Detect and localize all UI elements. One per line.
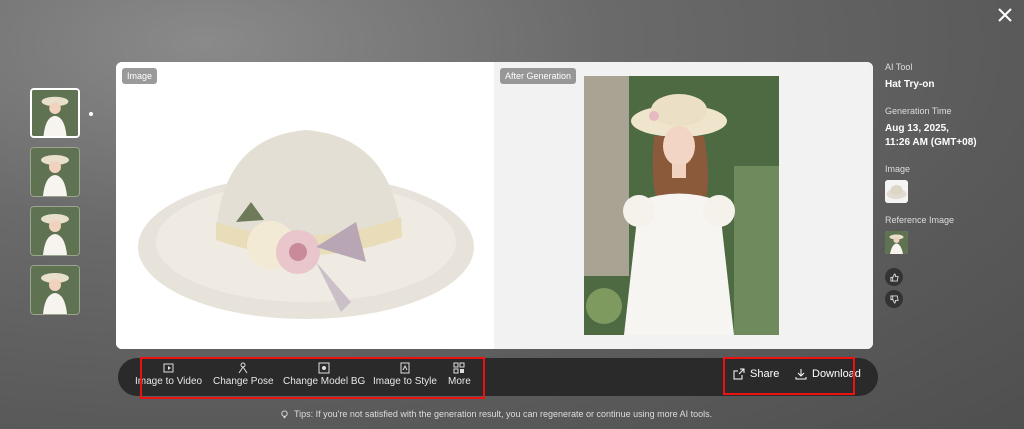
highlight-box-tools [140, 357, 485, 399]
comparison-card: Image After Generation [116, 62, 873, 349]
generation-time-value: Aug 13, 2025, 11:26 AM (GMT+08) [885, 122, 1015, 150]
history-thumbnail[interactable] [30, 88, 80, 138]
after-generation-tag: After Generation [500, 68, 577, 84]
reference-image-label: Reference Image [885, 215, 955, 225]
reference-image-thumbnail[interactable] [885, 231, 908, 254]
history-thumbnail[interactable] [30, 147, 80, 197]
generation-date: Aug 13, 2025, [885, 123, 949, 134]
thumbs-down-button[interactable] [885, 290, 903, 308]
lightbulb-icon [281, 409, 288, 418]
generated-image-pane: After Generation [494, 62, 873, 349]
image-label: Image [885, 164, 911, 174]
thumbs-up-icon [889, 272, 899, 282]
feedback-buttons [885, 268, 1015, 308]
close-icon[interactable] [996, 6, 1014, 24]
input-image-thumbnail[interactable] [885, 180, 908, 203]
thumbs-down-icon [889, 294, 899, 304]
info-panel: AI Tool Hat Try-on Generation Time Aug 1… [885, 62, 1015, 308]
history-thumbnail[interactable] [30, 206, 80, 256]
hat-image [138, 130, 474, 319]
history-thumbnail[interactable] [30, 265, 80, 315]
tips-label: Tips: If you're not satisfied with the g… [294, 409, 713, 419]
tips-text: Tips: If you're not satisfied with the g… [280, 409, 712, 419]
thumbs-up-button[interactable] [885, 268, 903, 286]
active-indicator [89, 112, 93, 116]
generation-time-label: Generation Time [885, 106, 952, 116]
history-thumbnails [30, 88, 80, 315]
generation-time: 11:26 AM (GMT+08) [885, 137, 977, 148]
ai-tool-label: AI Tool [885, 62, 913, 72]
highlight-box-actions [723, 357, 855, 395]
ai-tool-value: Hat Try-on [885, 79, 935, 90]
original-image-pane: Image [116, 62, 494, 349]
generated-photo [584, 76, 779, 335]
